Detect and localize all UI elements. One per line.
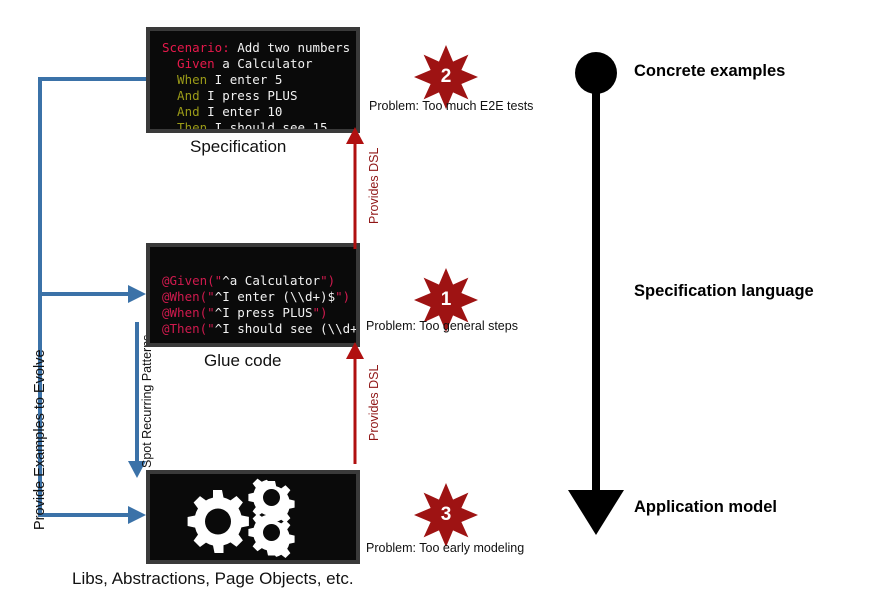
specification-code-token: Scenario: [162,40,230,55]
axis-label-application-model: Application model [634,498,778,516]
provides-dsl-arrow-upper [346,127,364,249]
glue-code-token: ^I press PLUS [214,305,313,320]
specification-caption: Specification [190,137,287,156]
glue-code-token: @When(" [162,289,215,304]
glue-code-line: @When("^I enter (\\d+)$") [162,289,356,305]
problem-star-3: 3 [414,483,478,547]
specification-code-line: And I press PLUS [162,88,356,104]
specification-code-token: a Calculator [214,56,313,71]
provides-dsl-label-upper: Provides DSL [367,147,381,224]
gears-icon [187,478,295,558]
glue-code-token: @Then(" [162,321,215,336]
problem-label-3: Problem: Too early modeling [366,541,525,555]
glue-code-token: ^I enter (\\d+)$ [214,289,336,304]
specification-code-line: Given a Calculator [162,56,356,72]
provides-dsl-label-lower: Provides DSL [367,364,381,441]
provides-dsl-arrow-lower [346,342,364,464]
specification-code-token: And [162,88,200,103]
glue-code-token: ") [320,273,336,288]
abstractions-caption: Libs, Abstractions, Page Objects, etc. [72,569,354,588]
spot-patterns-label: Spot Recurring Patterns [140,334,154,468]
abstractions-panel [146,470,360,564]
specification-code-token: When [162,72,208,87]
axis-label-specification-language: Specification language [634,282,814,300]
glue-code-lines: @Given("^a Calculator") @When("^I enter (… [150,247,356,337]
glue-code-panel: @Given("^a Calculator") @When("^I enter (… [146,243,360,347]
glue-code-line: @Then("^I should see (\\d+)$") [162,321,356,337]
specification-code-token: I enter 5 [207,72,283,87]
specification-code-token: And [162,104,200,119]
glue-code-line: @When("^I press PLUS") [162,305,356,321]
specification-code-token: I should see 15 [207,120,328,133]
specification-code-token: Given [162,56,215,71]
glue-code-caption: Glue code [204,351,282,370]
glue-code-line: @Given("^a Calculator") [162,273,356,289]
specification-code-token: I press PLUS [199,88,298,103]
specification-code-line: And I enter 10 [162,104,356,120]
glue-code-token: ") [335,289,351,304]
diagram-canvas: Provide Examples to Evolve Spot Recurrin… [0,0,882,600]
glue-code-token: ^I should see (\\d+)$ [214,321,360,336]
axis-label-concrete-examples: Concrete examples [634,62,786,80]
specification-code-token: Then [162,120,208,133]
specification-code-panel: Scenario: Add two numbers Given a Calcul… [146,27,360,133]
provide-examples-label: Provide Examples to Evolve [32,349,48,530]
specification-code-line: When I enter 5 [162,72,356,88]
glue-code-token: @When(" [162,305,215,320]
specification-code-line: Then I should see 15 [162,120,356,133]
glue-code-token: @Given(" [162,273,223,288]
glue-code-token: ^a Calculator [222,273,321,288]
specification-code-token: Add two numbers [229,40,351,55]
problem-label-2: Problem: Too much E2E tests [369,99,534,113]
specification-code-lines: Scenario: Add two numbers Given a Calcul… [150,31,356,133]
glue-code-token: ") [312,305,328,320]
problem-label-1: Problem: Too general steps [366,319,518,333]
specification-code-line: Scenario: Add two numbers [162,40,356,56]
abstraction-axis-arrow [568,52,624,535]
star-badge-icon [414,483,478,547]
specification-code-token: I enter 10 [199,104,283,119]
